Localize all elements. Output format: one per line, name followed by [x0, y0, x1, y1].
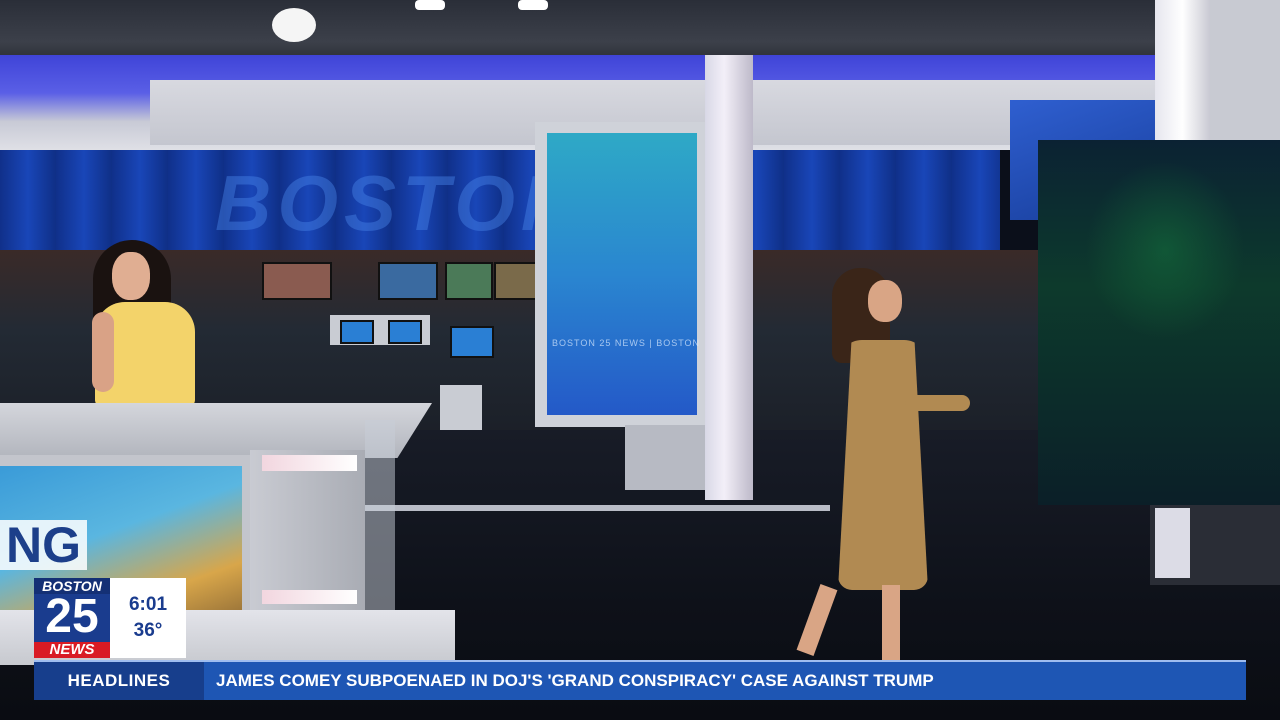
temperature: 36°	[133, 620, 163, 641]
newsroom-monitor	[494, 262, 538, 300]
tall-screen-base	[625, 425, 710, 490]
newsroom-monitor	[262, 262, 332, 300]
tall-screen-caption: BOSTON 25 NEWS | BOSTON	[552, 338, 701, 348]
studio-light	[272, 8, 316, 42]
headline-ticker: HEADLINES JAMES COMEY SUBPOENAED IN DOJ'…	[34, 660, 1246, 700]
station-logo: BOSTON 25 NEWS	[34, 578, 110, 658]
clock-time: 6:01	[128, 594, 168, 615]
video-wall-text: BOSTON	[215, 159, 584, 247]
light-pillar	[705, 55, 753, 500]
tall-screen	[547, 133, 697, 415]
floor-light	[1155, 508, 1190, 578]
ticker-label: HEADLINES	[34, 662, 204, 700]
meteorologist-dress	[838, 340, 928, 590]
light-pillar	[1155, 0, 1210, 140]
logo-channel-number: 25	[45, 590, 99, 643]
studio-light	[415, 0, 445, 10]
file-cabinet	[440, 385, 482, 433]
newsroom-monitor	[378, 262, 438, 300]
newsroom-monitor	[445, 262, 493, 300]
desk-light-strip	[262, 590, 357, 604]
studio-scene: BOSTON BOSTON 25 NEWS | BOSTON NG	[0, 0, 1280, 720]
time-temp-box: 6:01 36°	[110, 578, 186, 658]
anchor-face	[112, 252, 150, 300]
newsroom-monitor	[450, 326, 494, 358]
studio-light	[518, 0, 548, 10]
floor-edge	[360, 505, 830, 571]
weather-wall-glow	[1085, 160, 1245, 340]
newsroom-monitor	[340, 320, 374, 344]
meteorologist-face	[868, 280, 902, 322]
desk-light-strip	[262, 455, 357, 471]
station-bug: BOSTON 25 NEWS 6:01 36°	[34, 578, 186, 658]
ticker-headline: JAMES COMEY SUBPOENAED IN DOJ'S 'GRAND C…	[216, 671, 934, 690]
newsroom-monitor	[388, 320, 422, 344]
wall-panel	[1210, 0, 1280, 140]
desk-screen-text: NG	[0, 520, 87, 570]
logo-news: NEWS	[34, 642, 110, 658]
anchor-arm	[92, 312, 114, 392]
meteorologist-leg	[882, 585, 900, 660]
meteorologist-arm	[905, 395, 970, 411]
